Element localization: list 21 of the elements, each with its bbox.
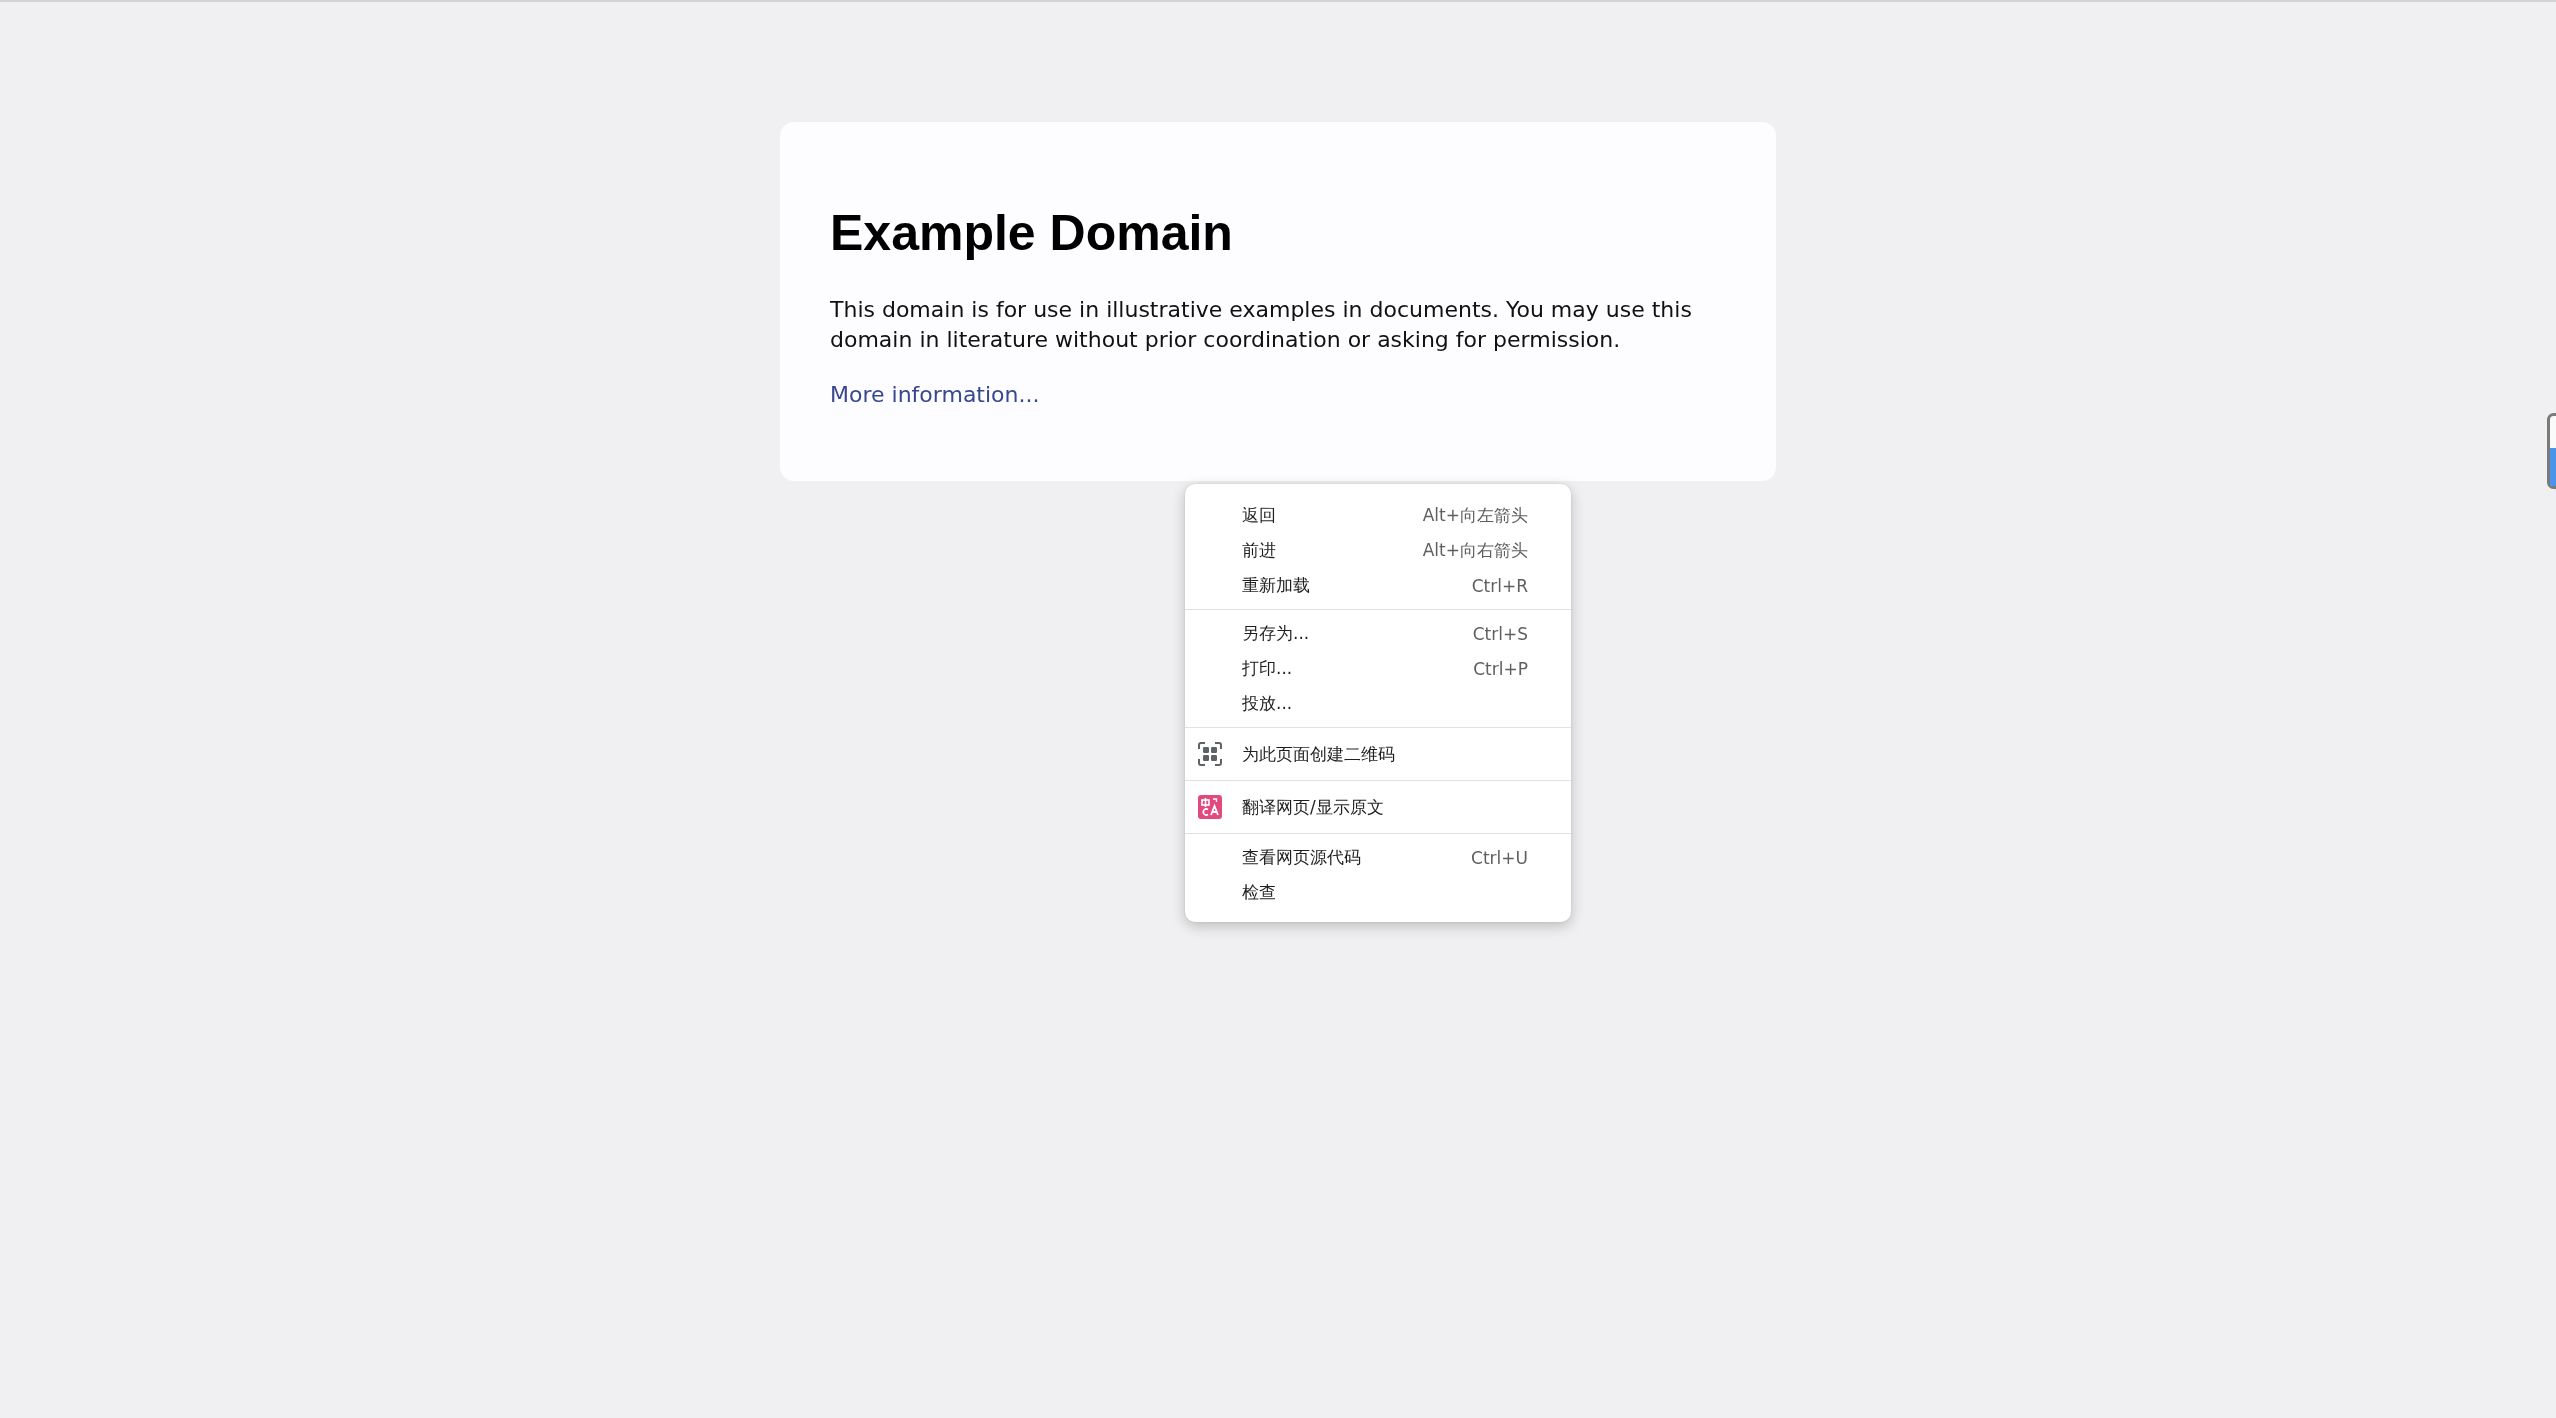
shortcut-label: Ctrl+R xyxy=(1471,575,1528,596)
menu-item[interactable]: 前进 Alt+向右箭头 xyxy=(1185,533,1571,568)
translate-icon xyxy=(1198,795,1222,819)
menu-item[interactable]: 返回 Alt+向左箭头 xyxy=(1185,498,1571,533)
more-information-link[interactable]: More information... xyxy=(830,382,1040,407)
shortcut-label: Ctrl+P xyxy=(1473,658,1528,679)
menu-item[interactable]: 投放... xyxy=(1185,686,1571,721)
shortcut-label: Ctrl+S xyxy=(1472,623,1528,644)
body-paragraph: This domain is for use in illustrative examples in documents. You may use this domain in literature without prior coordination or asking for permission. xyxy=(830,296,1693,354)
menu-item[interactable]: 重新加载 Ctrl+R xyxy=(1185,568,1571,603)
menu-item[interactable]: 查看网页源代码 Ctrl+U xyxy=(1185,840,1571,875)
page-heading: Example Domain xyxy=(830,205,1234,262)
shortcut-label: Alt+向右箭头 xyxy=(1422,539,1528,562)
menu-item[interactable]: 翻译网页/显示原文 xyxy=(1185,787,1571,827)
qr-code-icon xyxy=(1198,742,1222,766)
shortcut-label: Alt+向左箭头 xyxy=(1422,504,1528,527)
menu-item[interactable]: 为此页面创建二维码 xyxy=(1185,734,1571,774)
menu-item[interactable]: 检查 xyxy=(1185,875,1571,910)
shortcut-label: Ctrl+U xyxy=(1471,847,1528,868)
menu-item[interactable]: 另存为... Ctrl+S xyxy=(1185,616,1571,651)
menu-item[interactable]: 打印... Ctrl+P xyxy=(1185,651,1571,686)
